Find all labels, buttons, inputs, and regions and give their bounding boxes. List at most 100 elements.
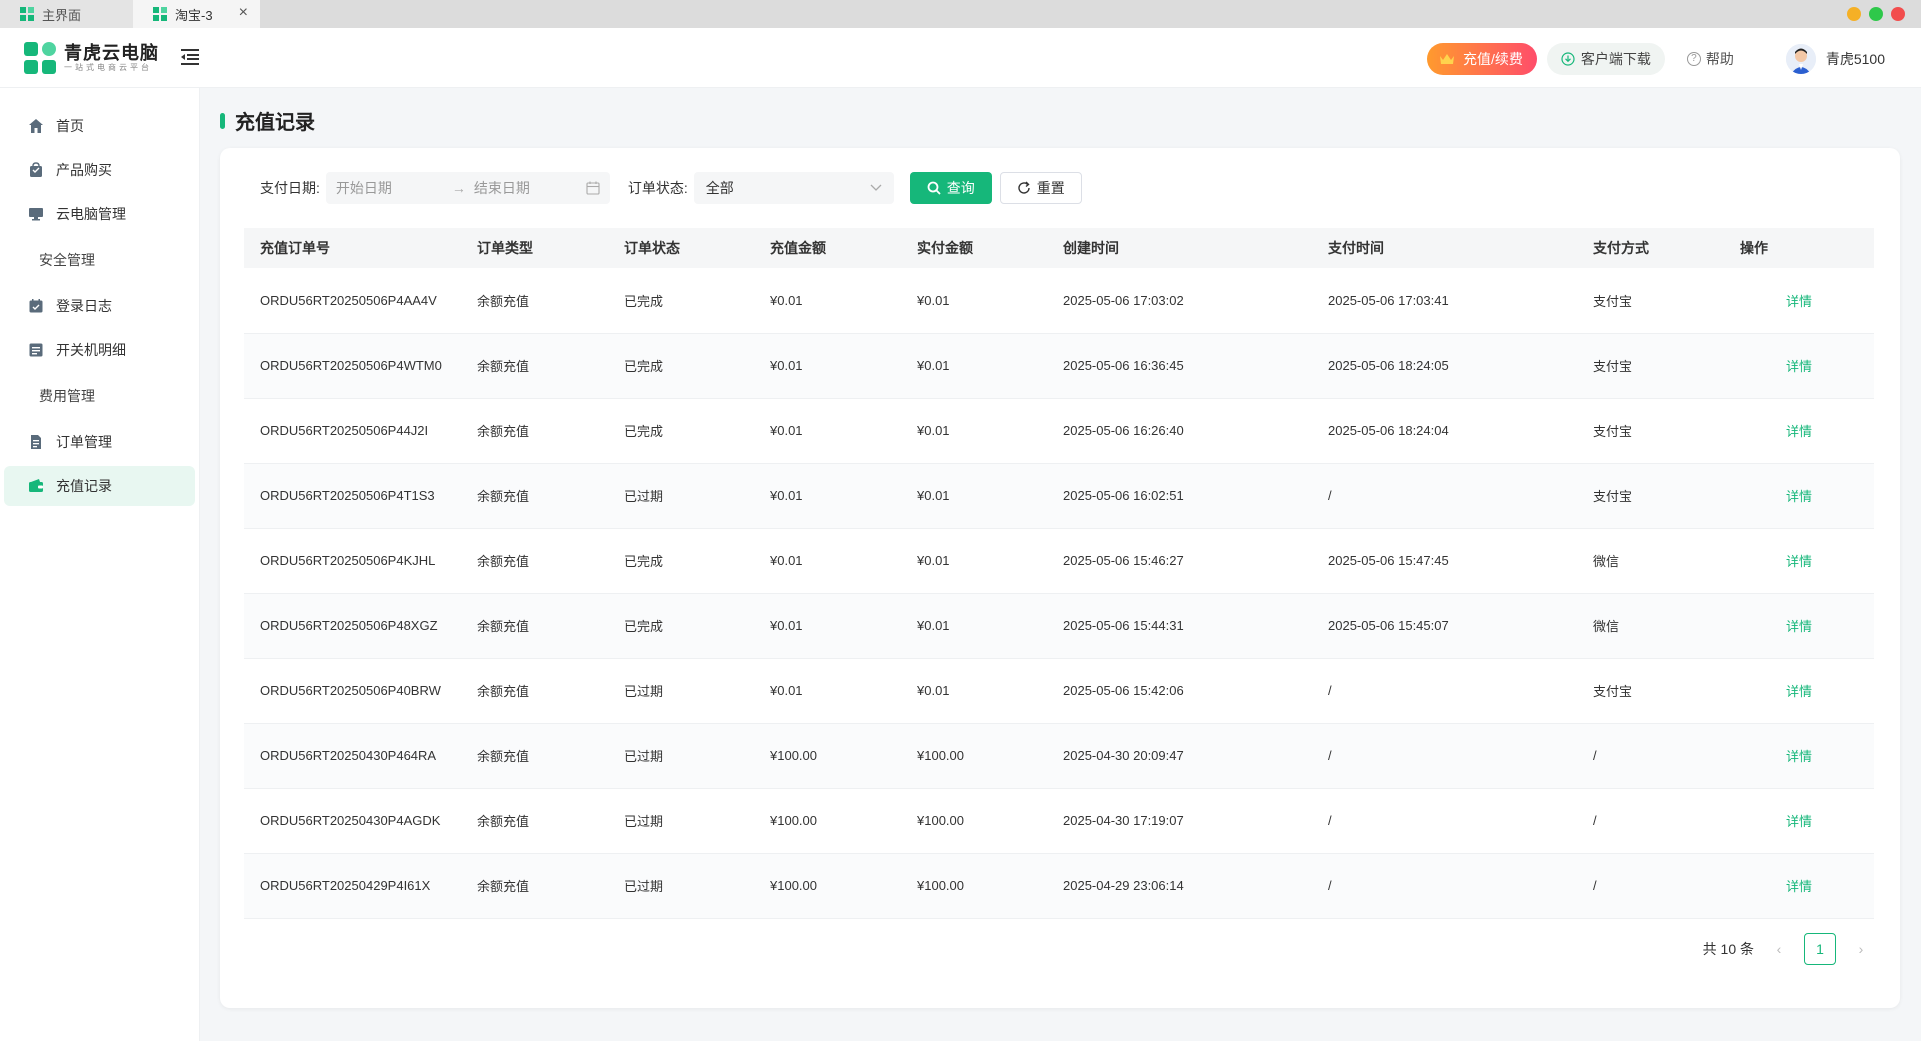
tab-taobao[interactable]: 淘宝-3 × xyxy=(133,0,260,28)
order-status-label: 订单状态: xyxy=(627,180,688,196)
table-cell: 2025-05-06 17:03:02 xyxy=(1047,268,1312,334)
table-cell: 已过期 xyxy=(608,658,754,724)
minimize-button[interactable] xyxy=(1847,7,1861,21)
maximize-button[interactable] xyxy=(1869,7,1883,21)
detail-link[interactable]: 详情 xyxy=(1740,814,1812,829)
title-accent-bar xyxy=(220,112,225,129)
prev-page-button[interactable]: ‹ xyxy=(1764,933,1794,965)
order-status-select[interactable]: 全部 xyxy=(693,172,894,204)
crown-icon xyxy=(1439,54,1454,64)
sidebar-item-power-detail[interactable]: 开关机明细 xyxy=(4,330,195,370)
calendar-icon xyxy=(586,181,600,195)
document-icon xyxy=(28,434,44,450)
sidebar-item-recharge-records[interactable]: 充值记录 xyxy=(4,466,195,506)
table-cell: ORDU56RT20250506P4AA4V xyxy=(244,268,461,334)
page-number-button[interactable]: 1 xyxy=(1804,933,1836,965)
table-cell: 2025-05-06 16:26:40 xyxy=(1047,398,1312,464)
detail-link[interactable]: 详情 xyxy=(1740,619,1812,634)
detail-link[interactable]: 详情 xyxy=(1740,294,1812,309)
table-cell: 详情 xyxy=(1724,723,1874,789)
column-header: 操作 xyxy=(1724,228,1874,268)
sidebar-group-security[interactable]: 安全管理 xyxy=(4,238,195,282)
logo[interactable]: 青虎云电脑 一站式电商云平台 xyxy=(24,42,159,74)
table-cell: / xyxy=(1577,788,1724,854)
table-cell: 2025-05-06 17:03:41 xyxy=(1312,268,1577,334)
logo-subtitle: 一站式电商云平台 xyxy=(64,63,152,72)
close-icon[interactable]: × xyxy=(239,5,248,21)
table-cell: 详情 xyxy=(1724,528,1874,594)
table-cell: / xyxy=(1312,723,1577,789)
table-cell: 已完成 xyxy=(608,528,754,594)
tab-main[interactable]: 主界面 xyxy=(0,0,133,28)
sidebar-item-product-purchase[interactable]: 产品购买 xyxy=(4,150,195,190)
table-cell: ¥0.01 xyxy=(901,463,1047,529)
total-count: 共 10 条 xyxy=(1702,941,1754,957)
detail-link[interactable]: 详情 xyxy=(1740,554,1812,569)
recharge-button[interactable]: 充值/续费 xyxy=(1426,43,1537,75)
sidebar-item-label: 充值记录 xyxy=(56,478,112,494)
table-cell: 余额充值 xyxy=(461,658,608,724)
table-cell: ORDU56RT20250506P4T1S3 xyxy=(244,463,461,529)
table-cell: ¥0.01 xyxy=(754,658,901,724)
table-cell: 已完成 xyxy=(608,268,754,334)
sidebar-item-login-log[interactable]: 登录日志 xyxy=(4,286,195,326)
logo-icon xyxy=(24,42,56,74)
table-cell: 余额充值 xyxy=(461,463,608,529)
sidebar-item-label: 开关机明细 xyxy=(56,342,126,358)
help-label: 帮助 xyxy=(1705,51,1734,67)
detail-link[interactable]: 详情 xyxy=(1740,684,1812,699)
logo-title: 青虎云电脑 xyxy=(64,43,159,63)
menu-collapse-icon[interactable] xyxy=(181,49,199,65)
sidebar-group-billing[interactable]: 费用管理 xyxy=(4,374,195,418)
table-cell: 余额充值 xyxy=(461,788,608,854)
table-cell: ORDU56RT20250506P4WTM0 xyxy=(244,333,461,399)
detail-link[interactable]: 详情 xyxy=(1740,424,1812,439)
sidebar-item-label: 云电脑管理 xyxy=(56,206,126,222)
close-window-button[interactable] xyxy=(1891,7,1905,21)
sidebar-item-label: 产品购买 xyxy=(56,162,112,178)
next-page-button[interactable]: › xyxy=(1846,933,1876,965)
query-button[interactable]: 查询 xyxy=(909,172,992,204)
sidebar-item-home[interactable]: 首页 xyxy=(4,106,195,146)
monitor-icon xyxy=(28,206,44,222)
table-cell: 详情 xyxy=(1724,333,1874,399)
detail-link[interactable]: 详情 xyxy=(1740,749,1812,764)
column-header: 支付方式 xyxy=(1577,228,1724,268)
sidebar: 首页 产品购买 云电脑管理 安全管理 登录日志 开关机明细 费用管理 订单管理 … xyxy=(0,88,200,1041)
sidebar-item-cloud-pc[interactable]: 云电脑管理 xyxy=(4,194,195,234)
table-cell: ¥100.00 xyxy=(754,853,901,919)
window-controls xyxy=(1847,7,1905,21)
detail-link[interactable]: 详情 xyxy=(1740,489,1812,504)
table-cell: 微信 xyxy=(1577,593,1724,659)
help-link[interactable]: ? 帮助 xyxy=(1675,49,1746,69)
table-cell: 2025-05-06 18:24:05 xyxy=(1312,333,1577,399)
page-title-text: 充值记录 xyxy=(235,112,315,134)
detail-link[interactable]: 详情 xyxy=(1740,359,1812,374)
sidebar-item-order-management[interactable]: 订单管理 xyxy=(4,422,195,462)
table-cell: 支付宝 xyxy=(1577,398,1724,464)
column-header: 充值订单号 xyxy=(244,228,461,268)
table-cell: ¥100.00 xyxy=(901,723,1047,789)
table-cell: 2025-05-06 15:47:45 xyxy=(1312,528,1577,594)
end-date-input[interactable]: 结束日期 xyxy=(474,178,586,198)
start-date-input[interactable]: 开始日期 xyxy=(336,178,444,198)
table-cell: 微信 xyxy=(1577,528,1724,594)
table-cell: 余额充值 xyxy=(461,593,608,659)
table-cell: 已过期 xyxy=(608,723,754,789)
table-cell: 余额充值 xyxy=(461,333,608,399)
table-header: 充值订单号 订单类型 订单状态 充值金额 实付金额 创建时间 支付时间 支付方式 操作 xyxy=(244,228,1874,268)
table-cell: 详情 xyxy=(1724,788,1874,854)
search-icon xyxy=(927,181,941,195)
table-cell: 详情 xyxy=(1724,658,1874,724)
table-cell: 详情 xyxy=(1724,398,1874,464)
list-icon xyxy=(28,342,44,358)
date-range-picker[interactable]: 开始日期 → 结束日期 xyxy=(325,172,610,204)
sidebar-group-label: 安全管理 xyxy=(39,252,95,268)
detail-link[interactable]: 详情 xyxy=(1740,879,1812,894)
download-label: 客户端下载 xyxy=(1580,51,1651,67)
table-cell: 余额充值 xyxy=(461,528,608,594)
user-menu[interactable]: 青虎5100 xyxy=(1785,44,1885,74)
reset-button[interactable]: 重置 xyxy=(999,172,1082,204)
table-cell: ORDU56RT20250506P48XGZ xyxy=(244,593,461,659)
client-download-button[interactable]: 客户端下载 xyxy=(1546,43,1665,75)
